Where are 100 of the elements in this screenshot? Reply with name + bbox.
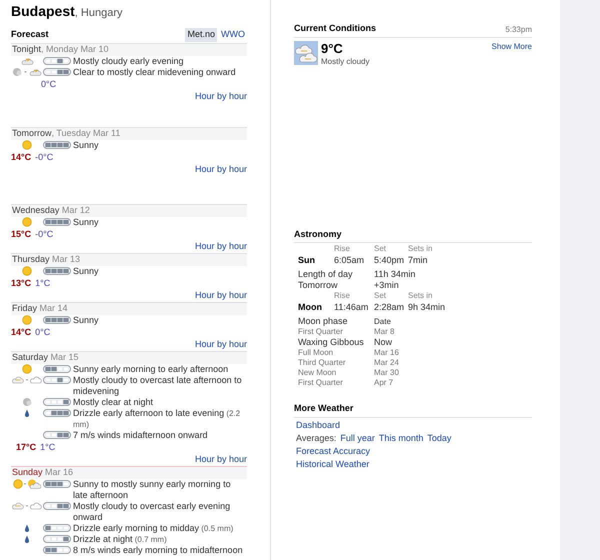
moon-phase: First Quarter — [298, 378, 344, 388]
moon-phase: Third Quarter — [298, 358, 347, 368]
time-of-day-bar — [43, 431, 71, 439]
source-tab[interactable]: WWO — [219, 28, 247, 42]
forecast-text: Sunny — [73, 314, 99, 326]
sun-icon — [22, 266, 32, 276]
low-temperature: -0°C — [35, 150, 54, 164]
low-temperature: 1°C — [40, 440, 56, 454]
forecast-text: Sunny — [73, 266, 99, 276]
raindrop-icon — [24, 408, 30, 418]
hour-by-hour-link[interactable]: Hour by hour — [194, 164, 247, 174]
low-temperature: 0°C — [35, 326, 50, 339]
icon-separator: - — [24, 68, 27, 76]
time-of-day-bar — [43, 68, 71, 76]
row-label: Sun — [298, 254, 316, 266]
day-name: Tomorrow — [12, 126, 52, 140]
table-cell-text: 11h 34min — [374, 269, 416, 280]
moon-phase: New Moon — [298, 368, 338, 378]
time-of-day-bar — [43, 409, 71, 417]
high-temperature: 17°C — [16, 440, 36, 454]
low-temperature: 0°C — [41, 78, 56, 91]
sun-icon — [22, 364, 32, 374]
cloud-icon — [29, 501, 43, 511]
phase-date: Now — [374, 337, 394, 348]
hour-by-hour-link[interactable]: Hour by hour — [194, 338, 247, 350]
phase-date: Mar 24 — [374, 358, 400, 368]
averages-link[interactable]: Full year — [340, 432, 375, 442]
section-title: Forecast — [11, 28, 49, 41]
icon-separator: - — [26, 376, 28, 384]
row-label: Moon — [298, 301, 323, 313]
section-title: Astronomy — [294, 228, 532, 243]
row-label: Tomorrow — [298, 280, 339, 291]
forecast-text: Sunny early morning to early afternoon — [73, 364, 228, 374]
forecast-text: Mostly cloudy early evening — [73, 56, 184, 66]
observation-time: 5:33pm — [505, 24, 532, 36]
cloudy-weather-icon — [294, 40, 318, 64]
table-cell-text: 5:40pm — [374, 254, 406, 266]
day-name: Thursday — [12, 252, 50, 266]
day-name: Sunday — [12, 466, 43, 479]
moon-phase: Full Moon — [298, 348, 334, 358]
icon-separator: - — [26, 502, 28, 510]
column-header: Date — [374, 316, 392, 327]
section-title: More Weather — [294, 402, 532, 418]
phase-date: Apr 7 — [374, 378, 394, 388]
cloud-icon — [11, 375, 25, 385]
table-cell-text: 6:05am — [334, 254, 366, 266]
show-more-link[interactable]: Show More — [492, 40, 532, 52]
row-label: Moon phase — [298, 316, 349, 327]
forecast-text: Mostly clear at night — [73, 396, 154, 408]
column-header: Rise — [334, 291, 352, 301]
high-temperature: 14°C — [11, 326, 32, 339]
sun-icon — [22, 140, 32, 150]
sun-icon — [22, 315, 32, 325]
low-temperature: 1°C — [35, 276, 50, 290]
phase-date: Mar 8 — [374, 327, 396, 337]
country-name: , Hungary — [74, 7, 122, 21]
low-temperature: -0°C — [35, 228, 54, 241]
forecast-text: Sunny to mostly sunny early morning to late afternoon — [73, 478, 232, 500]
hour-by-hour-link[interactable]: Hour by hour — [194, 454, 247, 464]
forecast-text: 8 m/s winds early morning to midafternoon — [73, 544, 243, 556]
forecast-text: Mostly cloudy to overcast early evening onward — [73, 500, 232, 522]
hour-by-hour-link[interactable]: Hour by hour — [194, 240, 247, 252]
table-cell-text: 9h 34min — [408, 301, 446, 313]
forecast-text: Drizzle at night (0.7 mm) — [73, 534, 167, 544]
icon-separator: - — [24, 480, 26, 488]
day-date: Mar 14 — [38, 302, 68, 315]
city-name: Budapest — [11, 2, 75, 21]
sun-icon — [12, 479, 23, 489]
time-of-day-bar — [43, 524, 71, 532]
cloud-icon — [20, 56, 34, 66]
table-cell-text: +3min — [374, 280, 400, 291]
phase-date: Mar 30 — [374, 368, 400, 378]
day-name: Saturday — [12, 350, 48, 364]
hour-by-hour-link[interactable]: Hour by hour — [194, 90, 247, 102]
moon-phase: First Quarter — [298, 327, 344, 337]
day-date: Mar 15 — [50, 350, 79, 364]
phase-date: Mar 16 — [374, 348, 400, 358]
time-of-day-bar — [43, 535, 71, 543]
table-cell-text: 2:28am — [374, 301, 406, 313]
column-header: Set — [374, 244, 388, 254]
weather-link[interactable]: Forecast Accuracy — [296, 446, 370, 456]
dashboard-link[interactable]: Dashboard — [296, 420, 340, 430]
day-date: Mar 16 — [44, 466, 74, 479]
column-header: Sets in — [408, 244, 434, 254]
forecast-text: Sunny — [73, 216, 99, 228]
forecast-text: Sunny — [73, 140, 99, 150]
moon-icon — [22, 397, 32, 407]
source-tab[interactable]: Met.no — [185, 28, 217, 42]
hour-by-hour-link[interactable]: Hour by hour — [194, 290, 247, 300]
forecast-text: Mostly cloudy to overcast late afternoon to midevening — [73, 374, 243, 396]
cloud-icon — [29, 375, 43, 385]
averages-link[interactable]: Today — [427, 432, 452, 442]
cloud-icon — [11, 501, 25, 511]
high-temperature: 15°C — [11, 228, 32, 241]
moon-phase: Waxing Gibbous — [298, 337, 365, 348]
averages-link[interactable]: This month — [378, 432, 424, 442]
day-date: , Tuesday Mar 11 — [52, 126, 120, 140]
column-header: Sets in — [408, 291, 434, 301]
weather-link[interactable]: Historical Weather — [296, 458, 370, 468]
time-of-day-bar — [43, 398, 71, 406]
